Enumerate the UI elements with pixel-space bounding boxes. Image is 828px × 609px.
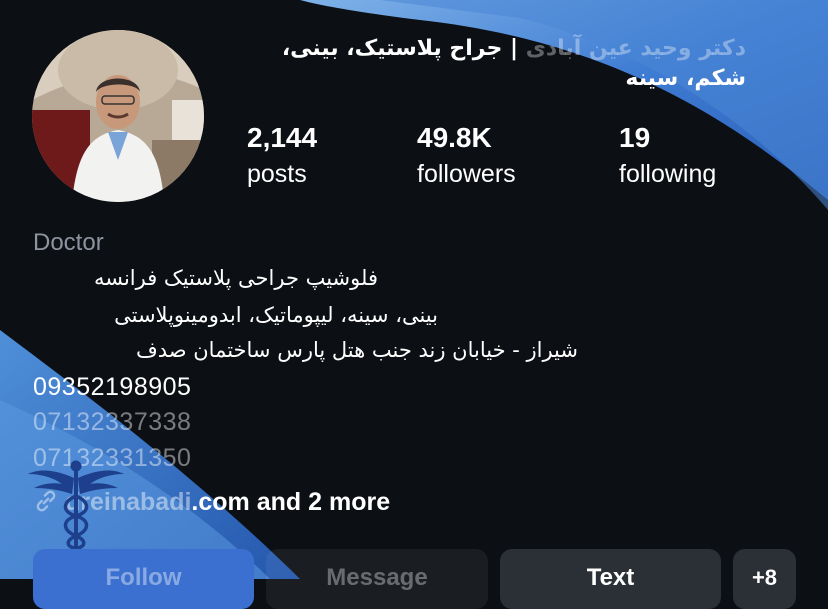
followers-count: 49.8K <box>417 122 492 153</box>
profile-header: دکتر وحید عین آبادی | جراح پلاستیک، بینی… <box>0 0 828 609</box>
message-button[interactable]: Message <box>266 549 488 609</box>
posts-label: posts <box>247 160 307 188</box>
phone-number-office-1[interactable]: 07132337338 <box>33 408 191 437</box>
avatar[interactable] <box>32 30 204 202</box>
following-count: 19 <box>619 122 651 153</box>
followers-label: followers <box>417 160 516 188</box>
profile-category: Doctor <box>33 229 104 256</box>
caduceus-icon <box>28 460 124 550</box>
follow-button[interactable]: Follow <box>33 549 254 609</box>
stat-followers[interactable]: 49.8K followers <box>417 120 516 192</box>
bio-line-fellowship: فلوشیپ جراحی پلاستیک فرانسه <box>93 266 378 290</box>
more-button[interactable]: +8 <box>733 549 796 609</box>
text-button[interactable]: Text <box>500 549 721 609</box>
bio-line-address: شیراز - خیابان زند جنب هتل پارس ساختمان … <box>135 338 578 362</box>
profile-name-separator: | <box>502 36 526 61</box>
bio-line-services: بینی، سینه، لیپوماتیک، ابدومینوپلاستی <box>114 303 438 327</box>
following-label: following <box>619 160 717 188</box>
profile-name: دکتر وحید عین آبادی | جراح پلاستیک، بینی… <box>246 34 746 94</box>
posts-count: 2,144 <box>247 122 318 153</box>
phone-number-mobile[interactable]: 09352198905 <box>33 373 191 402</box>
profile-photo <box>32 30 204 202</box>
stat-following[interactable]: 19 following <box>619 120 716 192</box>
profile-name-faded: دکتر وحید عین آبادی <box>525 36 746 61</box>
bio-link-text: .com and 2 more <box>191 488 391 516</box>
stat-posts[interactable]: 2,144 posts <box>247 120 317 192</box>
